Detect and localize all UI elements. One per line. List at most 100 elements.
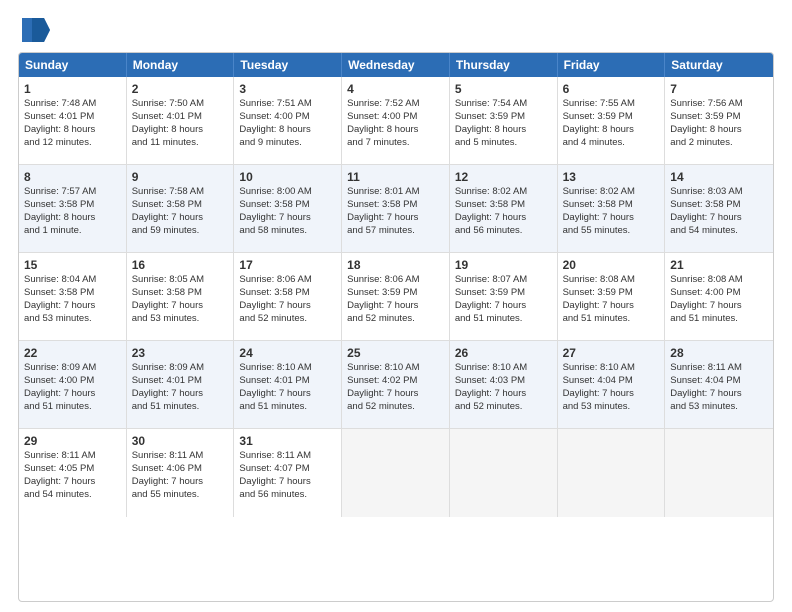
day-info-line-4: and 4 minutes.: [563, 137, 660, 150]
calendar-header: SundayMondayTuesdayWednesdayThursdayFrid…: [19, 53, 773, 77]
day-info-line-1: Sunrise: 8:02 AM: [563, 186, 660, 199]
day-info-line-2: Sunset: 4:05 PM: [24, 463, 121, 476]
day-number: 26: [455, 345, 552, 361]
day-cell-7: 7Sunrise: 7:56 AMSunset: 3:59 PMDaylight…: [665, 77, 773, 164]
empty-cell: [665, 429, 773, 517]
day-info-line-4: and 57 minutes.: [347, 225, 444, 238]
day-info-line-1: Sunrise: 8:08 AM: [563, 274, 660, 287]
day-info-line-3: Daylight: 8 hours: [347, 124, 444, 137]
day-info-line-4: and 7 minutes.: [347, 137, 444, 150]
day-info-line-3: Daylight: 7 hours: [670, 212, 768, 225]
header-day-wednesday: Wednesday: [342, 53, 450, 77]
day-info-line-2: Sunset: 3:59 PM: [563, 111, 660, 124]
day-number: 28: [670, 345, 768, 361]
day-number: 2: [132, 81, 229, 97]
day-info-line-4: and 11 minutes.: [132, 137, 229, 150]
day-info-line-2: Sunset: 3:58 PM: [455, 199, 552, 212]
day-info-line-1: Sunrise: 8:03 AM: [670, 186, 768, 199]
day-info-line-1: Sunrise: 7:51 AM: [239, 98, 336, 111]
day-info-line-4: and 53 minutes.: [563, 401, 660, 414]
day-info-line-3: Daylight: 7 hours: [347, 212, 444, 225]
day-info-line-3: Daylight: 7 hours: [24, 300, 121, 313]
day-info-line-1: Sunrise: 7:58 AM: [132, 186, 229, 199]
day-info-line-2: Sunset: 4:07 PM: [239, 463, 336, 476]
day-cell-18: 18Sunrise: 8:06 AMSunset: 3:59 PMDayligh…: [342, 253, 450, 340]
day-info-line-4: and 56 minutes.: [455, 225, 552, 238]
day-info-line-1: Sunrise: 8:02 AM: [455, 186, 552, 199]
day-info-line-1: Sunrise: 8:04 AM: [24, 274, 121, 287]
day-info-line-2: Sunset: 4:00 PM: [24, 375, 121, 388]
day-info-line-4: and 59 minutes.: [132, 225, 229, 238]
day-info-line-1: Sunrise: 8:11 AM: [24, 450, 121, 463]
day-info-line-2: Sunset: 4:00 PM: [347, 111, 444, 124]
day-number: 4: [347, 81, 444, 97]
header: [18, 16, 774, 44]
day-info-line-4: and 55 minutes.: [132, 489, 229, 502]
day-info-line-2: Sunset: 3:58 PM: [239, 199, 336, 212]
day-info-line-4: and 52 minutes.: [455, 401, 552, 414]
logo-icon: [20, 16, 52, 44]
day-info-line-3: Daylight: 8 hours: [670, 124, 768, 137]
day-number: 8: [24, 169, 121, 185]
day-info-line-3: Daylight: 8 hours: [24, 212, 121, 225]
day-info-line-3: Daylight: 7 hours: [132, 388, 229, 401]
day-cell-27: 27Sunrise: 8:10 AMSunset: 4:04 PMDayligh…: [558, 341, 666, 428]
day-number: 6: [563, 81, 660, 97]
day-number: 17: [239, 257, 336, 273]
day-cell-26: 26Sunrise: 8:10 AMSunset: 4:03 PMDayligh…: [450, 341, 558, 428]
logo: [18, 16, 52, 44]
day-number: 22: [24, 345, 121, 361]
day-cell-20: 20Sunrise: 8:08 AMSunset: 3:59 PMDayligh…: [558, 253, 666, 340]
day-info-line-2: Sunset: 3:58 PM: [24, 287, 121, 300]
day-info-line-1: Sunrise: 8:06 AM: [239, 274, 336, 287]
day-info-line-4: and 52 minutes.: [347, 401, 444, 414]
day-info-line-2: Sunset: 4:00 PM: [670, 287, 768, 300]
day-number: 13: [563, 169, 660, 185]
day-number: 11: [347, 169, 444, 185]
day-info-line-3: Daylight: 7 hours: [455, 300, 552, 313]
day-info-line-3: Daylight: 8 hours: [455, 124, 552, 137]
day-info-line-2: Sunset: 3:58 PM: [347, 199, 444, 212]
empty-cell: [342, 429, 450, 517]
day-info-line-2: Sunset: 4:04 PM: [670, 375, 768, 388]
day-info-line-2: Sunset: 4:00 PM: [239, 111, 336, 124]
week-row-5: 29Sunrise: 8:11 AMSunset: 4:05 PM Dayligh…: [19, 429, 773, 517]
day-cell-1: 1Sunrise: 7:48 AMSunset: 4:01 PMDaylight…: [19, 77, 127, 164]
day-info-line-1: Sunrise: 8:06 AM: [347, 274, 444, 287]
day-info-line-1: Sunrise: 7:57 AM: [24, 186, 121, 199]
day-info-line-2: Sunset: 3:58 PM: [670, 199, 768, 212]
day-info-line-4: and 53 minutes.: [24, 313, 121, 326]
day-cell-31: 31Sunrise: 8:11 AMSunset: 4:07 PMDayligh…: [234, 429, 342, 517]
day-info-line-4: and 58 minutes.: [239, 225, 336, 238]
day-cell-30: 30Sunrise: 8:11 AMSunset: 4:06 PMDayligh…: [127, 429, 235, 517]
day-cell-29: 29Sunrise: 8:11 AMSunset: 4:05 PMDayligh…: [19, 429, 127, 517]
day-info-line-4: and 51 minutes.: [24, 401, 121, 414]
day-number: 12: [455, 169, 552, 185]
day-cell-25: 25Sunrise: 8:10 AMSunset: 4:02 PMDayligh…: [342, 341, 450, 428]
day-info-line-1: Sunrise: 8:09 AM: [24, 362, 121, 375]
day-info-line-3: Daylight: 7 hours: [239, 300, 336, 313]
day-number: 25: [347, 345, 444, 361]
day-cell-5: 5Sunrise: 7:54 AMSunset: 3:59 PMDaylight…: [450, 77, 558, 164]
day-info-line-4: and 55 minutes.: [563, 225, 660, 238]
day-info-line-2: Sunset: 4:04 PM: [563, 375, 660, 388]
day-info-line-4: and 51 minutes.: [455, 313, 552, 326]
day-info-line-3: Daylight: 7 hours: [563, 212, 660, 225]
day-info-line-4: and 5 minutes.: [455, 137, 552, 150]
day-number: 20: [563, 257, 660, 273]
day-number: 29: [24, 433, 121, 449]
day-info-line-4: and 1 minute.: [24, 225, 121, 238]
day-info-line-4: and 51 minutes.: [239, 401, 336, 414]
day-info-line-3: Daylight: 7 hours: [132, 476, 229, 489]
day-cell-21: 21Sunrise: 8:08 AMSunset: 4:00 PMDayligh…: [665, 253, 773, 340]
day-info-line-1: Sunrise: 8:10 AM: [455, 362, 552, 375]
day-info-line-3: Daylight: 7 hours: [563, 300, 660, 313]
day-number: 1: [24, 81, 121, 97]
day-info-line-3: Daylight: 7 hours: [455, 212, 552, 225]
day-info-line-3: Daylight: 7 hours: [132, 212, 229, 225]
day-info-line-3: Daylight: 7 hours: [670, 300, 768, 313]
day-number: 19: [455, 257, 552, 273]
day-cell-19: 19Sunrise: 8:07 AMSunset: 3:59 PMDayligh…: [450, 253, 558, 340]
day-info-line-4: and 52 minutes.: [239, 313, 336, 326]
day-info-line-2: Sunset: 3:59 PM: [670, 111, 768, 124]
